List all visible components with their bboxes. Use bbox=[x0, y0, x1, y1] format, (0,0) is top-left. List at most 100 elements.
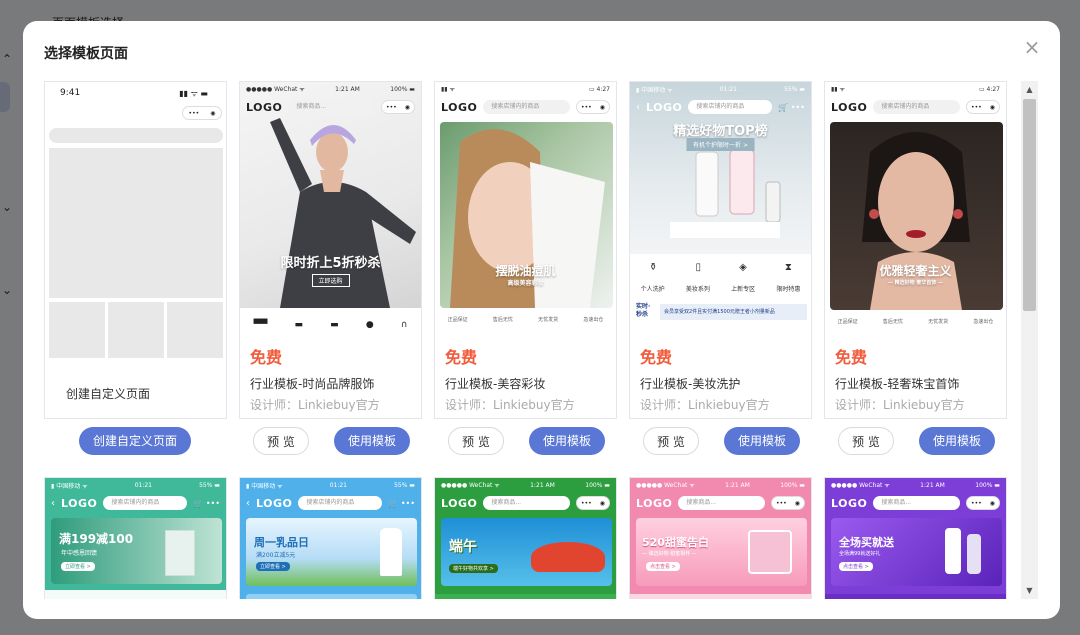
banner-headline: 精选好物TOP榜 bbox=[673, 124, 768, 139]
template-designer: 设计师：Linkiebuy官方 bbox=[250, 398, 380, 412]
banner-subtitle: 满200立减5元 bbox=[256, 552, 296, 559]
more-icon: ••• bbox=[386, 103, 397, 111]
custom-page-preview[interactable]: 9:41 ▮▮ ᯤ ▬ ••• ◉ 创建自定义页面 bbox=[44, 81, 227, 419]
phone-status-bar: ●●●●● WeChat ᯤ 1:21 AM 100% ▬ bbox=[636, 481, 805, 490]
logo-text: LOGO bbox=[441, 100, 478, 114]
more-icon: ••• bbox=[971, 499, 982, 507]
phone-top-bar: ‹ LOGO 搜索店铺内的商品 🛒 ••• bbox=[630, 96, 811, 118]
feature-item: 正品保证 bbox=[447, 317, 468, 323]
lipstick-icon: ▯ bbox=[695, 262, 702, 273]
banner-headline: 端午 bbox=[449, 539, 477, 555]
use-template-button[interactable]: 使用模板 bbox=[724, 427, 800, 455]
content-strip bbox=[246, 594, 417, 599]
template-name: 行业模板-轻奢珠宝首饰 bbox=[835, 377, 960, 391]
mini-program-capsule: ••• ◉ bbox=[576, 496, 610, 510]
logo-text: LOGO bbox=[61, 496, 98, 510]
preview-button[interactable]: 预 览 bbox=[643, 427, 699, 455]
category-icon-row: ⚱ ▯ ◈ ⧗ bbox=[630, 262, 811, 273]
product-bottle-illustration bbox=[967, 534, 981, 574]
banner-cta: 立即查看 > bbox=[256, 562, 290, 571]
banner-subtitle: 高级美容彩妆 bbox=[507, 280, 544, 287]
phone-status-bar: ●●●●● WeChat ᯤ 1:21 AM 100% ▬ bbox=[831, 481, 1000, 490]
phone-status-bar: ▮▮ ᯤ ▭ 4:27 bbox=[831, 85, 1000, 94]
template-preview-health-sale[interactable]: ▮ 中国移动 ᯤ 01:21 55% ▬ ‹ LOGO 搜索店铺内的商品 🛒 •••… bbox=[44, 477, 227, 599]
tag-icon: ◈ bbox=[739, 262, 747, 273]
scroll-down-arrow-icon[interactable]: ▼ bbox=[1021, 582, 1038, 599]
use-template-button[interactable]: 使用模板 bbox=[334, 427, 410, 455]
gift-box-illustration bbox=[748, 530, 792, 574]
more-icon: ••• bbox=[581, 103, 592, 111]
search-input: 搜索商品... bbox=[288, 100, 375, 114]
banner-cta: 有机个护限时一折 > bbox=[686, 138, 755, 151]
template-preview-520-confession[interactable]: ●●●●● WeChat ᯤ 1:21 AM 100% ▬ LOGO 搜索商品...… bbox=[629, 477, 812, 599]
template-preview-jewelry[interactable]: ▮▮ ᯤ ▭ 4:27 LOGO 搜索店铺内的商品 ••• ◉ 优雅轻奢主义 —… bbox=[824, 81, 1007, 419]
template-preview-dragon-boat[interactable]: ●●●●● WeChat ᯤ 1:21 AM 100% ▬ LOGO 搜索商品...… bbox=[434, 477, 617, 599]
dragon-boat-illustration bbox=[531, 542, 605, 572]
use-template-button[interactable]: 使用模板 bbox=[919, 427, 995, 455]
cart-icon: 🛒 ••• bbox=[778, 102, 805, 112]
phone-top-bar: ‹ LOGO 搜索店铺内的商品 🛒 ••• bbox=[45, 492, 226, 514]
target-icon: ◉ bbox=[404, 103, 410, 111]
service-feature-row: 正品保证 售后无忧 无忧发货 急速出仓 bbox=[435, 316, 616, 323]
scroll-up-arrow-icon[interactable]: ▲ bbox=[1021, 81, 1038, 98]
feature-item: 售后无忧 bbox=[492, 317, 513, 323]
tshirt-icon: ▀▀ bbox=[253, 320, 268, 330]
phone-top-bar: LOGO 搜索商品... ••• ◉ bbox=[240, 96, 421, 118]
phone-status-bar: ▮▮ ᯤ ▭ 4:27 bbox=[441, 85, 610, 94]
placeholder-block bbox=[49, 302, 105, 358]
banner-headline: 520甜蜜告白 bbox=[642, 536, 709, 549]
use-template-button[interactable]: 使用模板 bbox=[529, 427, 605, 455]
target-icon: ◉ bbox=[599, 499, 605, 507]
mini-program-capsule: ••• ◉ bbox=[771, 496, 805, 510]
logo-text: LOGO bbox=[831, 100, 868, 114]
custom-page-label: 创建自定义页面 bbox=[66, 387, 151, 401]
template-preview-fashion[interactable]: ●●●●● WeChat ᯤ 1:21 AM 100% ▬ LOGO 搜索商品...… bbox=[239, 81, 422, 419]
signal-icon: ▮▮ ᯤ ▬ bbox=[179, 89, 208, 98]
scrollbar-thumb[interactable] bbox=[1023, 99, 1036, 311]
banner-subtitle: 年中感恩回馈 bbox=[61, 550, 98, 557]
target-icon: ◉ bbox=[989, 103, 995, 111]
vertical-scrollbar[interactable]: ▲ ▼ bbox=[1021, 81, 1038, 599]
preview-button[interactable]: 预 览 bbox=[253, 427, 309, 455]
banner-cta: 点击查看 > bbox=[839, 562, 873, 571]
template-name: 行业模板-美妆洗护 bbox=[640, 377, 741, 391]
phone-status-bar: ●●●●● WeChat ᯤ 1:21 AM 100% ▬ bbox=[441, 481, 610, 490]
template-designer: 设计师：Linkiebuy官方 bbox=[835, 398, 965, 412]
banner-headline: 满199减100 bbox=[59, 532, 134, 546]
placeholder-banner bbox=[49, 148, 223, 298]
placeholder-block bbox=[167, 302, 223, 358]
more-icon: ••• bbox=[581, 499, 592, 507]
banner-cta: 立即查看 > bbox=[61, 562, 95, 571]
template-name: 行业模板-时尚品牌服饰 bbox=[250, 377, 375, 391]
phone-status-bar: ▮ 中国移动 ᯤ 01:21 55% ▬ bbox=[636, 85, 805, 94]
flash-sale-tag: 实时·秒杀 bbox=[636, 303, 651, 318]
template-preview-skincare[interactable]: ▮ 中国移动 ᯤ 01:21 55% ▬ ‹ LOGO 搜索店铺内的商品 🛒 •••… bbox=[629, 81, 812, 419]
feature-item: 正品保证 bbox=[837, 319, 858, 325]
content-strip bbox=[825, 594, 1006, 599]
mini-program-capsule: ••• ◉ bbox=[182, 106, 222, 120]
banner-cta: 端午好物共欢享 > bbox=[449, 564, 498, 573]
template-preview-beauty-makeup[interactable]: ▮▮ ᯤ ▭ 4:27 LOGO 搜索店铺内的商品 ••• ◉ 摆脱油痘肌 高级美容… bbox=[434, 81, 617, 419]
target-icon: ◉ bbox=[210, 109, 216, 117]
category-label-row: 个人洗护 美妆系列 上新专区 限时特惠 bbox=[640, 286, 801, 293]
search-input: 搜索店铺内的商品 bbox=[873, 100, 960, 114]
close-button[interactable]: × bbox=[1020, 35, 1044, 59]
template-preview-dairy-day[interactable]: ▮ 中国移动 ᯤ 01:21 55% ▬ ‹ LOGO 搜索店铺内的商品 🛒 •••… bbox=[239, 477, 422, 599]
product-bottle-illustration bbox=[945, 528, 961, 574]
phone-top-bar: LOGO 搜索商品... ••• ◉ bbox=[435, 492, 616, 514]
banner-headline: 限时折上5折秒杀 bbox=[280, 256, 381, 271]
template-grid[interactable]: 9:41 ▮▮ ᯤ ▬ ••• ◉ 创建自定义页面 创建自定义页面 ●●●●● … bbox=[44, 81, 1009, 599]
feature-item: 急速出仓 bbox=[973, 319, 994, 325]
phone-status-bar: ●●●●● WeChat ᯤ 1:21 AM 100% ▬ bbox=[246, 85, 415, 94]
preview-button[interactable]: 预 览 bbox=[448, 427, 504, 455]
preview-button[interactable]: 预 览 bbox=[838, 427, 894, 455]
logo-text: LOGO bbox=[441, 496, 478, 510]
search-input: 搜索店铺内的商品 bbox=[298, 496, 383, 510]
template-preview-gift-promo[interactable]: ●●●●● WeChat ᯤ 1:21 AM 100% ▬ LOGO 搜索商品...… bbox=[824, 477, 1007, 599]
template-price: 免费 bbox=[250, 348, 283, 367]
content-strip bbox=[435, 594, 616, 599]
create-custom-page-button[interactable]: 创建自定义页面 bbox=[79, 427, 191, 455]
bag-icon: ∩ bbox=[400, 320, 408, 330]
phone-top-bar: LOGO 搜索商品... ••• ◉ bbox=[630, 492, 811, 514]
feature-item: 售后无忧 bbox=[882, 319, 903, 325]
